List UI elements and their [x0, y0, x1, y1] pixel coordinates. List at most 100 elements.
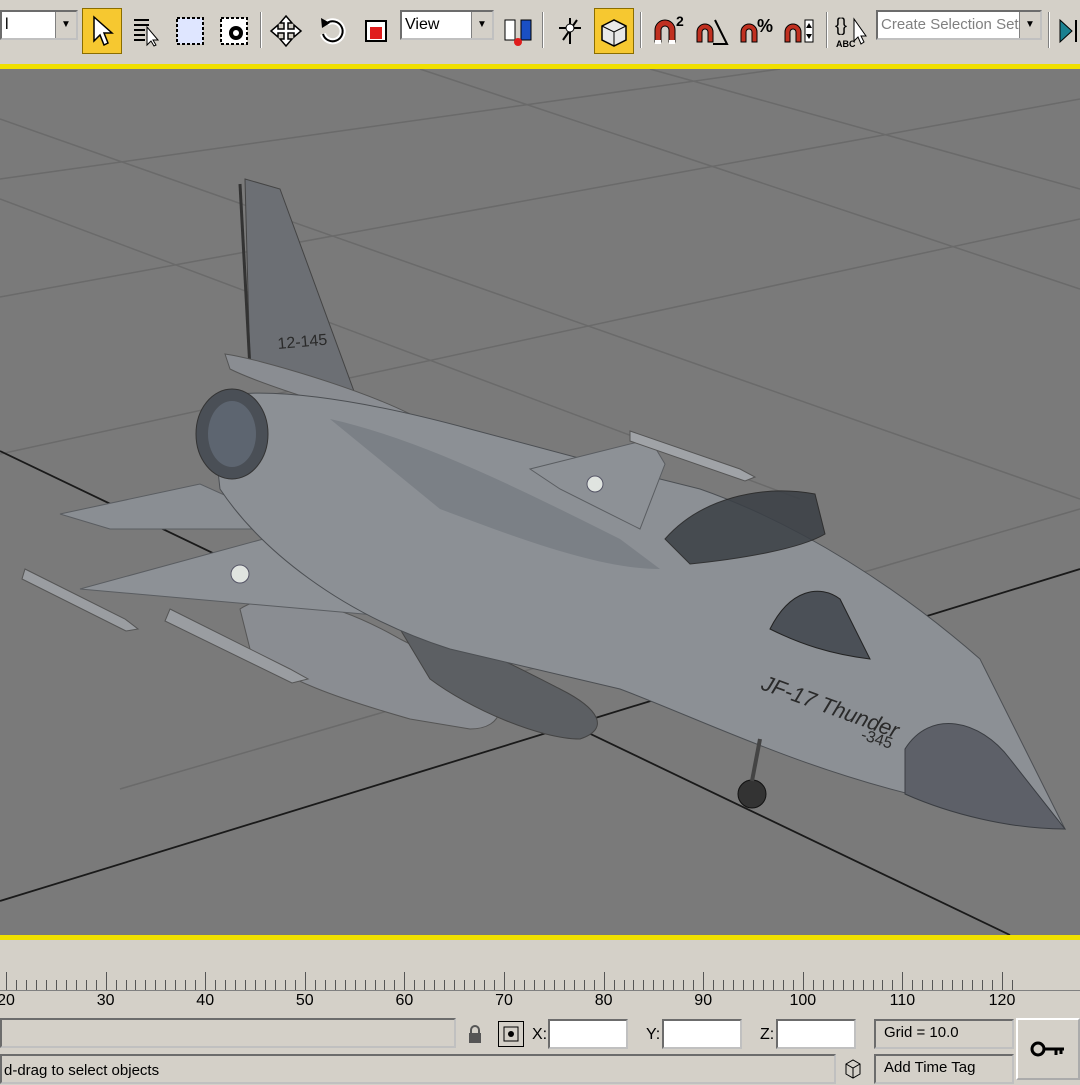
move-button[interactable] [266, 8, 306, 54]
timeline-tick [6, 972, 7, 990]
timeline-tick [992, 980, 994, 990]
timeline-tick [902, 972, 904, 990]
add-time-tag-label: Add Time Tag [884, 1059, 976, 1076]
lock-selection-icon[interactable] [466, 1024, 484, 1044]
x-label: X: [532, 1026, 548, 1043]
timeline-tick [185, 980, 187, 990]
timeline-tick [155, 980, 157, 990]
perspective-viewport[interactable]: 12-145 JF-17 Thunder -345 [0, 64, 1080, 940]
toolbar-separator [640, 12, 642, 48]
mirror-button[interactable] [1054, 8, 1080, 54]
toolbar-separator [1048, 12, 1050, 48]
timeline-tick [543, 980, 545, 990]
rectangle-selection-icon [176, 17, 204, 45]
timeline-tick-label: 50 [295, 992, 314, 1009]
spinner-snap-icon [784, 19, 814, 43]
timeline-tick [245, 980, 247, 990]
pivot-center-button[interactable] [498, 8, 538, 54]
timeline-tick [593, 980, 595, 990]
mirror-icon [1059, 18, 1077, 44]
prompt-text: d-drag to select objects [4, 1062, 160, 1079]
timeline-tick [513, 980, 515, 990]
key-icon [1030, 1041, 1064, 1057]
timeline-tick [95, 980, 97, 990]
timeline-tick [464, 980, 466, 990]
timeline-tick [922, 980, 924, 990]
timeline-tick [15, 980, 17, 990]
timeline-tick [812, 980, 814, 990]
timeline-tick-label: 90 [694, 992, 713, 1009]
percent-snap-icon: % [740, 16, 773, 43]
timeline-tick-label: 30 [96, 992, 115, 1009]
timeline-tick-label: 100 [789, 992, 817, 1009]
timeline-tick [693, 980, 695, 990]
selection-filter-dropdown[interactable]: l ▼ [0, 10, 78, 40]
timeline-tick [583, 980, 585, 990]
timeline-tick [932, 980, 934, 990]
percent-snap-button[interactable]: % [736, 8, 776, 54]
timeline-tick [802, 972, 804, 990]
select-manipulate-button[interactable] [550, 8, 590, 54]
x-coordinate-field[interactable] [548, 1019, 628, 1049]
timeline-tick [733, 980, 735, 990]
scale-button[interactable] [356, 8, 396, 54]
magnet-snap-icon: 2 [654, 14, 684, 44]
set-key-button[interactable] [1016, 1018, 1080, 1080]
timeline-tick-label: 120 [988, 992, 1016, 1009]
reference-coordinate-dropdown[interactable]: View ▼ [400, 10, 494, 40]
timeline-tick [553, 980, 555, 990]
rotate-icon [320, 18, 346, 45]
timeline-tick [683, 980, 685, 990]
absolute-mode-toggle-icon[interactable] [498, 1021, 524, 1047]
spinner-snap-button[interactable] [780, 8, 820, 54]
timeline-tick [274, 980, 276, 990]
time-tag-icon[interactable] [842, 1058, 866, 1080]
select-by-name-button[interactable] [126, 8, 166, 54]
timeline-ticks [0, 968, 1080, 991]
timeline-tick [882, 980, 884, 990]
named-selection-set-dropdown[interactable]: Create Selection Set ▼ [876, 10, 1042, 40]
timeline-tick [25, 980, 27, 990]
angle-snap-icon [696, 19, 729, 45]
named-selection-set-placeholder: Create Selection Set [881, 16, 1019, 33]
window-crossing-icon [220, 17, 248, 45]
timeline-tick [65, 980, 67, 990]
timeline-tick [613, 980, 615, 990]
grid-spacing-display: Grid = 10.0 [874, 1019, 1014, 1049]
scale-icon [365, 20, 387, 42]
timeline-tick [35, 980, 37, 990]
timeline-tick [912, 980, 914, 990]
timeline-tick [225, 980, 227, 990]
jf17-aircraft-model[interactable]: 12-145 JF-17 Thunder -345 [21, 178, 1067, 830]
timeline-tick [205, 972, 207, 990]
time-slider-ruler[interactable]: 20 30 40 50 60 70 80 90 100 110 120 [0, 968, 1080, 1016]
status-panel [0, 1018, 456, 1048]
selection-filter-value: l [5, 16, 9, 33]
timeline-tick [982, 980, 984, 990]
select-object-button[interactable] [82, 8, 122, 54]
cursor-arrow-icon [93, 15, 114, 47]
move-arrows-icon [269, 14, 303, 48]
timeline-tick [374, 980, 376, 990]
timeline-tick [842, 980, 844, 990]
y-coordinate-field[interactable] [662, 1019, 742, 1049]
rotate-button[interactable] [312, 8, 352, 54]
pivot-center-icon [504, 19, 532, 46]
timeline-tick [852, 980, 854, 990]
timeline-tick [215, 980, 217, 990]
timeline-tick [703, 972, 705, 990]
rectangular-selection-button[interactable] [170, 8, 210, 54]
snaps-toggle-button[interactable]: 2 [648, 8, 688, 54]
angle-snap-button[interactable] [692, 8, 732, 54]
z-coordinate-field[interactable] [776, 1019, 856, 1049]
timeline-tick [603, 972, 605, 990]
window-crossing-button[interactable] [214, 8, 254, 54]
timeline-tick [792, 980, 794, 990]
timeline-tick [782, 980, 784, 990]
keyboard-shortcut-toggle-button[interactable] [594, 8, 634, 54]
manipulate-icon [559, 18, 581, 44]
edit-named-selection-button[interactable]: {} ABC [832, 8, 872, 54]
timeline-tick [284, 980, 286, 990]
timeline-tick [533, 980, 535, 990]
timeline-tick [255, 980, 256, 990]
